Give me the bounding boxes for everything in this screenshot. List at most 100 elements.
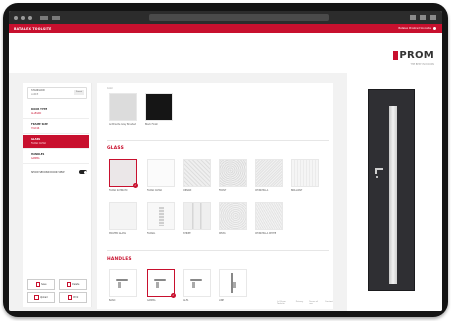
handle-plate-icon xyxy=(118,282,121,288)
user-label: Batalex Prostred tool.site xyxy=(398,27,431,30)
handle-tile-alfa[interactable] xyxy=(183,269,211,297)
sidebar-item-door-type[interactable]: DOOR TYPE ALLEGRO xyxy=(23,105,89,119)
window-controls[interactable] xyxy=(14,15,32,20)
upload-button[interactable]: Upload xyxy=(27,292,55,303)
glass-label: CHINCHILLA xyxy=(255,189,269,192)
sidebar-item-frame-size[interactable]: FRAME SIZE 70x196 xyxy=(23,120,89,134)
browser-tabs[interactable] xyxy=(40,15,60,20)
change-model-button[interactable]: Zmeni xyxy=(74,90,84,95)
glass-tile-floral[interactable] xyxy=(147,202,175,230)
browser-tab[interactable] xyxy=(52,15,60,20)
address-bar[interactable] xyxy=(149,14,329,21)
print-button-label: Print xyxy=(73,296,79,299)
glass-tile-brilliant[interactable] xyxy=(291,159,319,187)
glass-label: FLORA CLEAR xyxy=(147,189,162,192)
browser-tab[interactable] xyxy=(40,15,48,20)
model-selector-line1: STANDARD xyxy=(31,89,45,92)
handles-section-title: HANDLES xyxy=(107,257,132,262)
handle-label: GAMMA xyxy=(147,299,156,302)
door-preview xyxy=(347,71,442,311)
handle-tile-line[interactable] xyxy=(219,269,247,297)
app-header: BATALEX TOOLSITE Batalex Prostred tool.s… xyxy=(9,24,442,33)
sidebar-item-glass[interactable]: GLASS FLORA CLEAR xyxy=(23,135,89,149)
user-icon xyxy=(433,27,436,30)
minimize-dot[interactable] xyxy=(21,15,25,20)
model-selector[interactable]: STANDARD LANCE Zmeni xyxy=(27,87,87,99)
door-glass-strip xyxy=(389,106,397,284)
handle-lever-icon xyxy=(190,279,202,281)
maximize-dot[interactable] xyxy=(28,15,32,20)
delete-button[interactable]: Delete xyxy=(59,279,87,290)
add-tab-icon[interactable] xyxy=(420,15,426,20)
sidebar-item-value: FLORA CLEAR xyxy=(31,142,46,145)
footer-links: (c) Prom Toolsite Privacy Terms of use C… xyxy=(277,301,333,305)
footer-link-contact[interactable]: Contact xyxy=(325,301,333,305)
delete-icon xyxy=(66,282,72,287)
section-divider xyxy=(107,250,329,251)
handle-tile-gamma[interactable]: ✓ xyxy=(147,269,176,298)
brand-tagline: THE BEST IN DOORS xyxy=(410,63,435,66)
handle-tile-basic[interactable] xyxy=(109,269,137,297)
glass-section-title: GLASS xyxy=(107,146,124,151)
app-title: BATALEX TOOLSITE xyxy=(14,26,52,31)
sidebar-item-label: HANDLES xyxy=(31,153,45,156)
color-swatch-black[interactable] xyxy=(145,93,173,121)
glass-tile-flora-clear[interactable] xyxy=(147,159,175,187)
glass-label: BRILLIANT xyxy=(291,189,303,192)
handle-plate-icon xyxy=(192,282,195,288)
sidebar-item-label: FRAME SIZE xyxy=(31,123,48,126)
configurator-sidebar: STANDARD LANCE Zmeni DOOR TYPE ALLEGRO F… xyxy=(23,83,92,307)
save-button-label: Save xyxy=(41,283,47,286)
glass-tile-stripe[interactable] xyxy=(183,202,211,230)
save-button[interactable]: Save xyxy=(27,279,55,290)
glass-label: MASTER GLASS xyxy=(109,232,126,235)
second-view-toggle[interactable] xyxy=(79,170,87,174)
door-image xyxy=(368,89,415,291)
print-icon xyxy=(67,295,73,300)
sidebar-item-handles[interactable]: HANDLES GAMMA xyxy=(23,150,89,164)
glass-tile-delta[interactable] xyxy=(219,202,247,230)
footer-link-terms[interactable]: Terms of use xyxy=(309,301,319,305)
handle-plate-icon xyxy=(233,282,236,288)
glass-label: FLORAL xyxy=(147,232,156,235)
glass-tile-frost[interactable] xyxy=(219,159,247,187)
close-dot[interactable] xyxy=(14,15,18,20)
color-section-label: Color xyxy=(107,87,113,90)
share-icon[interactable] xyxy=(410,15,416,20)
glass-label: STRIPE xyxy=(183,232,191,235)
selected-check-icon: ✓ xyxy=(171,293,176,298)
tabs-icon[interactable] xyxy=(430,15,436,20)
sidebar-item-value: ALLEGRO xyxy=(31,112,42,115)
color-swatch-anthracite[interactable] xyxy=(109,93,137,121)
tablet-frame: BATALEX TOOLSITE Batalex Prostred tool.s… xyxy=(3,3,448,317)
model-selector-line2: LANCE xyxy=(31,93,39,96)
selected-check-icon: ✓ xyxy=(133,183,138,188)
glass-tile-chinchilla[interactable] xyxy=(255,159,283,187)
handle-lever-icon xyxy=(116,279,128,281)
glass-label: DELTA xyxy=(219,232,226,235)
logo-mark-icon xyxy=(393,51,399,60)
user-menu[interactable]: Batalex Prostred tool.site xyxy=(398,27,436,30)
handle-label: BASIC xyxy=(109,299,116,302)
section-divider xyxy=(107,140,329,141)
print-button[interactable]: Print xyxy=(59,292,87,303)
brand-logo[interactable]: PROM xyxy=(393,50,434,61)
brand-name: PROM xyxy=(399,50,434,61)
glass-tile-flora-satinato[interactable]: ✓ xyxy=(109,159,138,188)
glass-label: FLORA SATINATO xyxy=(109,189,128,192)
sidebar-item-value: GAMMA xyxy=(31,157,40,160)
browser-actions[interactable] xyxy=(410,15,436,20)
glass-label: ORNAM xyxy=(183,189,192,192)
handle-lever-icon xyxy=(154,279,166,281)
browser-bar xyxy=(9,11,442,24)
handle-label: ALFA xyxy=(183,299,189,302)
footer-link-privacy[interactable]: Privacy xyxy=(296,301,304,305)
sidebar-item-label: GLASS xyxy=(31,138,41,141)
handle-plate-icon xyxy=(156,282,159,288)
glass-tile-chinchilla-white[interactable] xyxy=(255,202,283,230)
upload-button-label: Upload xyxy=(39,296,48,299)
sidebar-item-label: DOOR TYPE xyxy=(31,108,48,111)
footer-copyright: (c) Prom Toolsite xyxy=(277,301,286,305)
glass-tile-ornam[interactable] xyxy=(183,159,211,187)
glass-tile-master-glass[interactable] xyxy=(109,202,137,230)
